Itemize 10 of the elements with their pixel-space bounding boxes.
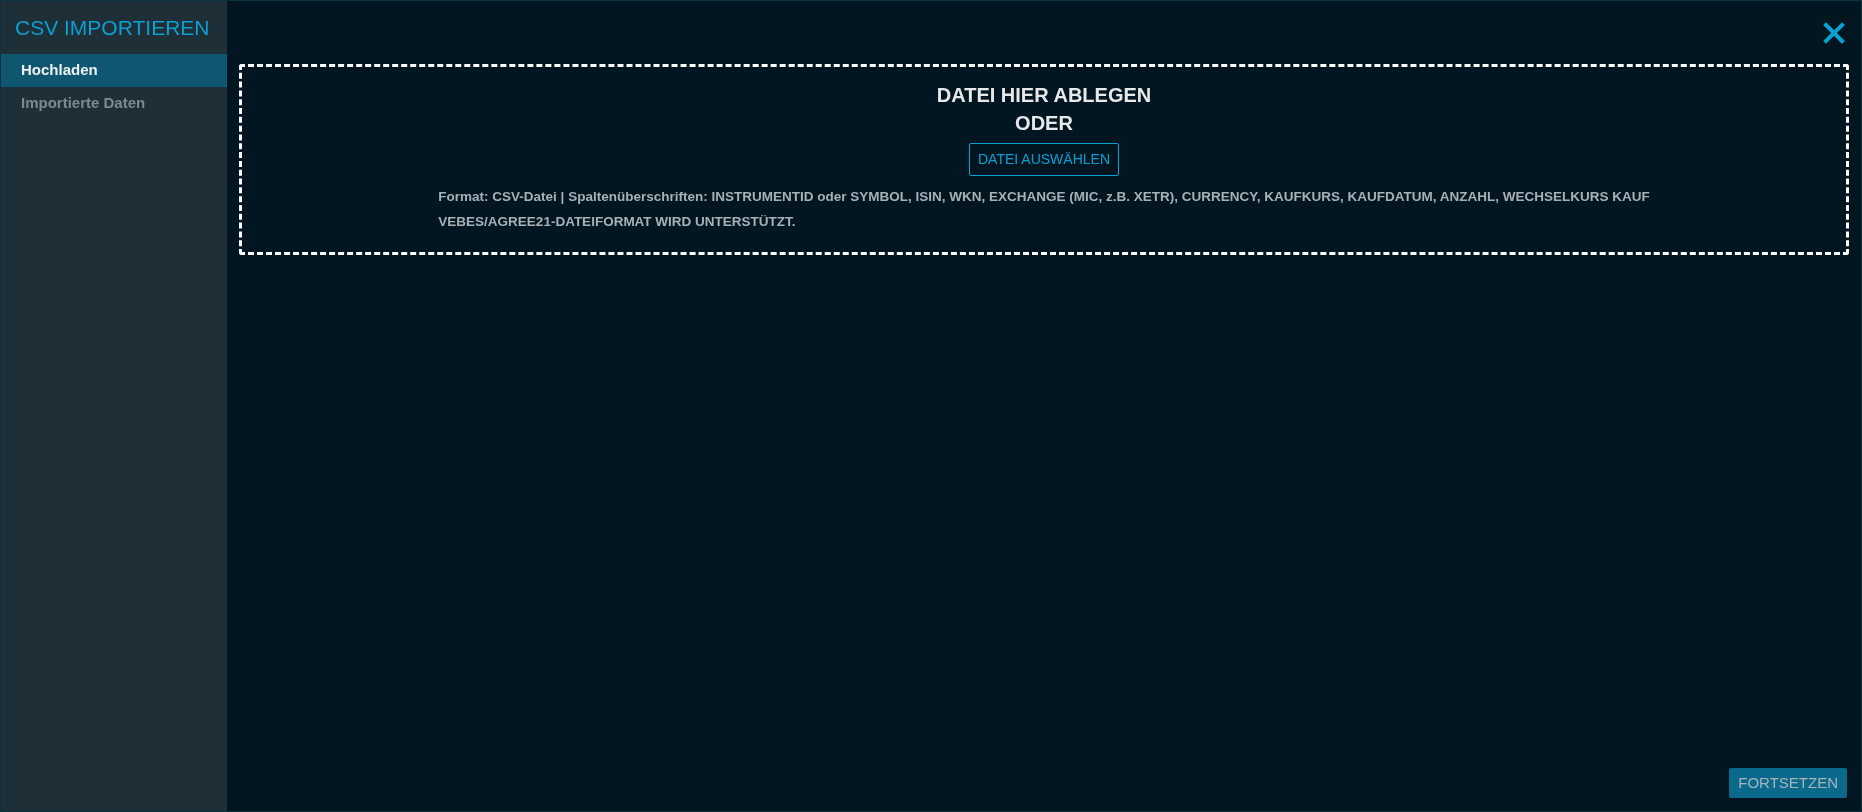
drop-heading: DATEI HIER ABLEGEN: [936, 83, 1152, 108]
sidebar-title: CSV IMPORTIEREN: [14, 15, 211, 41]
close-icon[interactable]: [1823, 21, 1845, 44]
sidebar-item[interactable]: Hochladen: [1, 53, 227, 87]
format-hint: VEBES/AGREE21-DATEIFORMAT WIRD UNTERSTÜTZT.: [438, 213, 797, 231]
separator-text: ODER: [1015, 111, 1073, 136]
sidebar-item[interactable]: Importierte Daten: [1, 86, 227, 120]
choose-file-button[interactable]: DATEI AUSWÄHLEN: [969, 143, 1119, 176]
drop-zone[interactable]: [239, 64, 1849, 255]
format-hint: Format: CSV-Datei | Spaltenüberschriften: INSTRUMENTID oder SYMBOL, ISIN, WKN, EXCHANGE (MIC, z.B. XETR), CURRENCY, KAUFKURS, KAUFDATUM, ANZAHL, WECHSELKURS KAUF: [438, 188, 1650, 206]
